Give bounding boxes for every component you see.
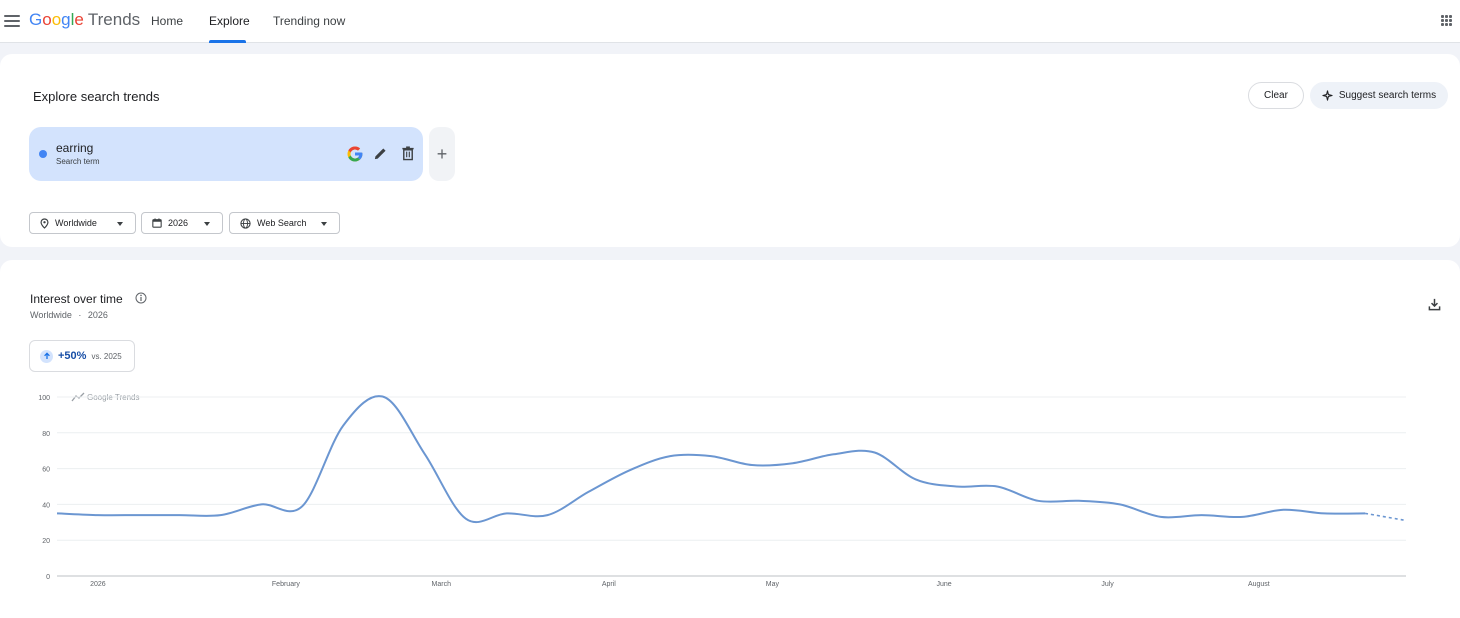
series-line-partial [1364,512,1407,522]
x-tick-label: April [602,581,616,588]
x-tick-label: July [1101,581,1114,588]
y-tick-label: 100 [38,395,50,402]
y-tick-label: 60 [42,467,50,474]
x-tick-label: May [766,581,780,588]
y-tick-label: 80 [42,431,50,438]
y-tick-label: 20 [42,538,50,545]
x-tick-label: June [936,581,951,588]
x-tick-label: 2026 [90,581,106,588]
y-tick-label: 40 [42,502,50,509]
series-line-earring [56,395,1366,524]
y-tick-label: 0 [46,574,50,581]
x-tick-label: February [272,581,301,588]
interest-line-chart: Google Trends0204060801002026 February Mar… [38,392,1407,588]
x-tick-label: August [1248,581,1270,588]
x-tick-label: March [432,581,452,588]
